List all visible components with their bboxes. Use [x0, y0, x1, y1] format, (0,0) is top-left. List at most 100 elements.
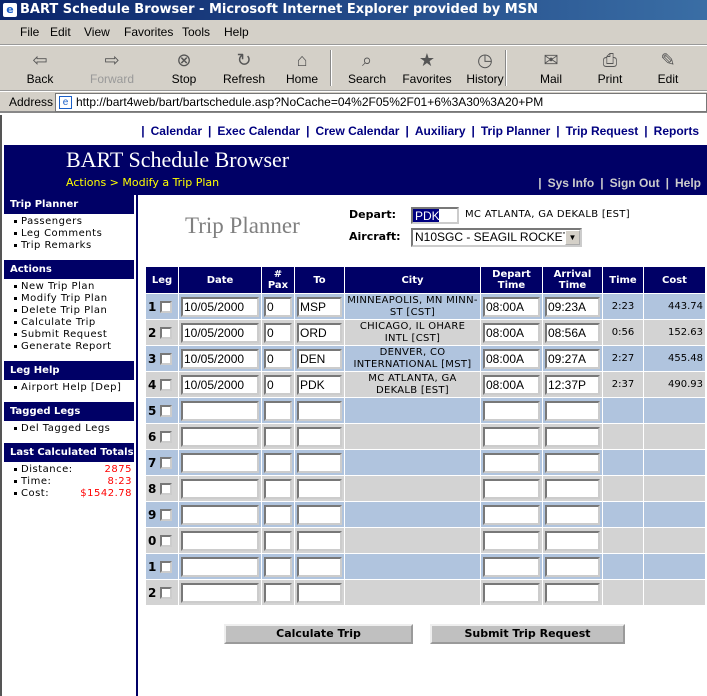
submit-trip-request-button[interactable]: Submit Trip Request: [430, 624, 625, 644]
chevron-down-icon[interactable]: ▼: [565, 230, 580, 245]
pax-input[interactable]: [264, 452, 292, 473]
pax-input[interactable]: [264, 296, 292, 317]
leg-checkbox[interactable]: [160, 587, 173, 599]
leg-checkbox[interactable]: [160, 301, 173, 313]
dep-time-input[interactable]: [483, 530, 540, 551]
arr-time-input[interactable]: [545, 582, 600, 603]
sidebar-item-modify-trip-plan[interactable]: Modify Trip Plan: [14, 293, 136, 305]
nav-trip-request[interactable]: Trip Request: [566, 124, 639, 138]
date-input[interactable]: [181, 530, 259, 551]
arr-time-input[interactable]: [545, 530, 600, 551]
to-input[interactable]: [297, 400, 342, 421]
leg-checkbox[interactable]: [160, 457, 173, 469]
home-button[interactable]: ⌂ Home: [274, 48, 330, 86]
nav-calendar[interactable]: Calendar: [151, 124, 202, 138]
pax-input[interactable]: [264, 504, 292, 525]
dep-time-input[interactable]: [483, 400, 540, 421]
to-input[interactable]: [297, 296, 342, 317]
to-input[interactable]: [297, 348, 342, 369]
dep-time-input[interactable]: [483, 348, 540, 369]
favorites-button[interactable]: ★ Favorites: [399, 48, 455, 86]
to-input[interactable]: [297, 556, 342, 577]
to-input[interactable]: [297, 452, 342, 473]
refresh-button[interactable]: ↻ Refresh: [216, 48, 272, 86]
pax-input[interactable]: [264, 582, 292, 603]
link-sys-info[interactable]: Sys Info: [548, 176, 595, 190]
pax-input[interactable]: [264, 530, 292, 551]
to-input[interactable]: [297, 322, 342, 343]
leg-checkbox[interactable]: [160, 379, 173, 391]
dep-time-input[interactable]: [483, 296, 540, 317]
pax-input[interactable]: [264, 400, 292, 421]
date-input[interactable]: [181, 322, 259, 343]
leg-checkbox[interactable]: [160, 535, 173, 547]
arr-time-input[interactable]: [545, 374, 600, 395]
date-input[interactable]: [181, 556, 259, 577]
arr-time-input[interactable]: [545, 322, 600, 343]
pax-input[interactable]: [264, 374, 292, 395]
leg-checkbox[interactable]: [160, 561, 173, 573]
search-button[interactable]: ⌕ Search: [339, 48, 395, 86]
menu-file[interactable]: File: [20, 25, 39, 39]
arr-time-input[interactable]: [545, 400, 600, 421]
date-input[interactable]: [181, 296, 259, 317]
date-input[interactable]: [181, 426, 259, 447]
address-input[interactable]: e http://bart4web/bart/bartschedule.asp?N…: [55, 93, 707, 112]
menu-favorites[interactable]: Favorites: [124, 25, 173, 39]
arr-time-input[interactable]: [545, 556, 600, 577]
sidebar-item-calculate-trip[interactable]: Calculate Trip: [14, 317, 136, 329]
dep-time-input[interactable]: [483, 322, 540, 343]
date-input[interactable]: [181, 478, 259, 499]
dep-time-input[interactable]: [483, 374, 540, 395]
nav-trip-planner[interactable]: Trip Planner: [481, 124, 550, 138]
leg-checkbox[interactable]: [160, 483, 173, 495]
dep-time-input[interactable]: [483, 556, 540, 577]
sidebar-item-generate-report[interactable]: Generate Report: [14, 341, 136, 353]
date-input[interactable]: [181, 504, 259, 525]
date-input[interactable]: [181, 348, 259, 369]
dep-time-input[interactable]: [483, 504, 540, 525]
to-input[interactable]: [297, 504, 342, 525]
sidebar-item-delete-trip-plan[interactable]: Delete Trip Plan: [14, 305, 136, 317]
leg-checkbox[interactable]: [160, 431, 173, 443]
arr-time-input[interactable]: [545, 452, 600, 473]
sidebar-item-passengers[interactable]: Passengers: [14, 216, 136, 228]
sidebar-item-trip-remarks[interactable]: Trip Remarks: [14, 240, 136, 252]
arr-time-input[interactable]: [545, 348, 600, 369]
nav-reports[interactable]: Reports: [654, 124, 699, 138]
date-input[interactable]: [181, 400, 259, 421]
dep-time-input[interactable]: [483, 452, 540, 473]
print-button[interactable]: ⎙ Print: [582, 48, 638, 86]
stop-button[interactable]: ⊗ Stop: [156, 48, 212, 86]
to-input[interactable]: [297, 426, 342, 447]
date-input[interactable]: [181, 374, 259, 395]
leg-checkbox[interactable]: [160, 509, 173, 521]
aircraft-select[interactable]: N10SGC - SEAGIL ROCKET ▼: [411, 228, 582, 247]
link-help[interactable]: Help: [675, 176, 701, 190]
nav-auxiliary[interactable]: Auxiliary: [415, 124, 466, 138]
back-button[interactable]: ⇦ Back: [12, 48, 68, 86]
depart-input[interactable]: [411, 207, 459, 224]
menu-tools[interactable]: Tools: [182, 25, 210, 39]
arr-time-input[interactable]: [545, 296, 600, 317]
calculate-trip-button[interactable]: Calculate Trip: [224, 624, 413, 644]
menu-help[interactable]: Help: [224, 25, 249, 39]
forward-button[interactable]: ⇨ Forward: [84, 48, 140, 86]
sidebar-item-airport-help-dep-[interactable]: Airport Help [Dep]: [14, 382, 136, 394]
pax-input[interactable]: [264, 556, 292, 577]
arr-time-input[interactable]: [545, 478, 600, 499]
mail-button[interactable]: ✉ Mail: [523, 48, 579, 86]
arr-time-input[interactable]: [545, 504, 600, 525]
to-input[interactable]: [297, 582, 342, 603]
leg-checkbox[interactable]: [160, 327, 173, 339]
menu-view[interactable]: View: [84, 25, 110, 39]
nav-crew-calendar[interactable]: Crew Calendar: [315, 124, 399, 138]
leg-checkbox[interactable]: [160, 353, 173, 365]
arr-time-input[interactable]: [545, 426, 600, 447]
sidebar-item-submit-request[interactable]: Submit Request: [14, 329, 136, 341]
nav-exec-calendar[interactable]: Exec Calendar: [217, 124, 300, 138]
dep-time-input[interactable]: [483, 582, 540, 603]
dep-time-input[interactable]: [483, 478, 540, 499]
pax-input[interactable]: [264, 478, 292, 499]
sidebar-item-leg-comments[interactable]: Leg Comments: [14, 228, 136, 240]
